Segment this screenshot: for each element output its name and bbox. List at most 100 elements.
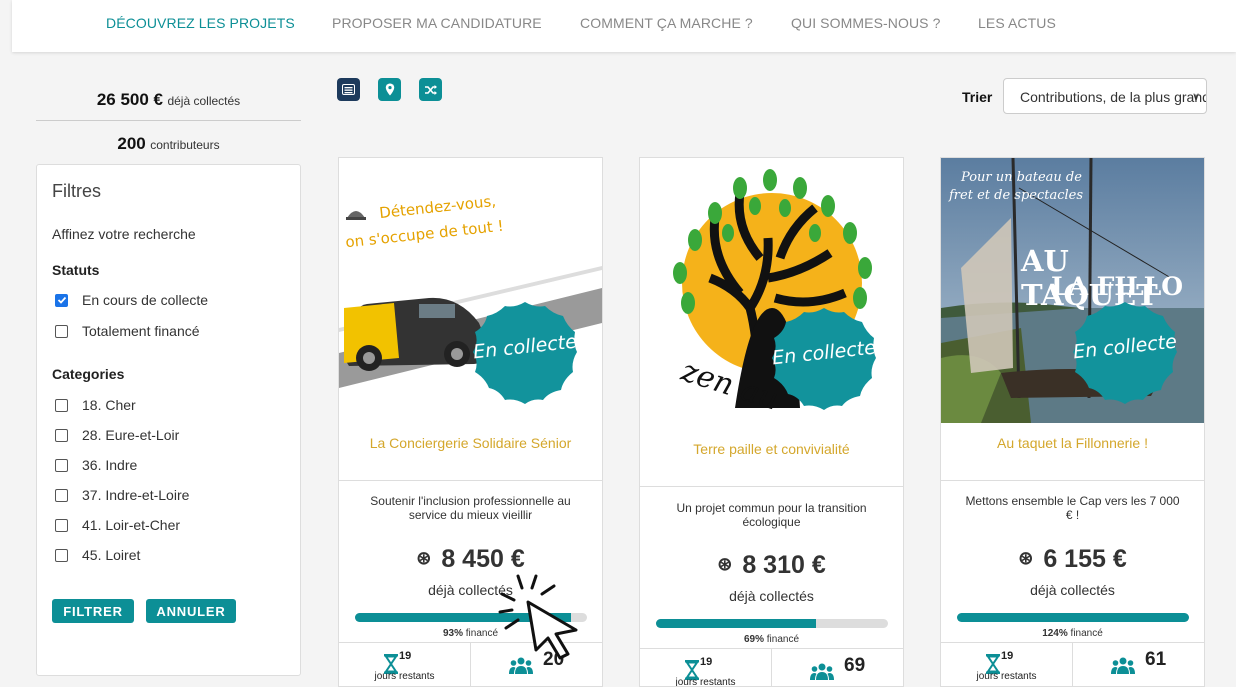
- filters-title: Filtres: [52, 181, 101, 201]
- card-footer: 19 jours restants 61: [941, 642, 1204, 686]
- checkbox-icon[interactable]: [55, 398, 68, 412]
- nav-news[interactable]: LES ACTUS: [978, 15, 1056, 31]
- check-circle-icon: ⊛: [416, 548, 432, 568]
- progress-fill: [656, 619, 817, 628]
- map-pin-icon: [385, 83, 394, 96]
- filters-panel: Filtres Affinez votre recherche Statuts …: [36, 164, 301, 676]
- card-divider: [941, 480, 1204, 481]
- financed-label: financé: [1070, 628, 1103, 639]
- project-card[interactable]: Pour un bateau de fret et de spectacles …: [940, 157, 1205, 687]
- amount-collected: ⊛ 8 450 €: [339, 545, 602, 574]
- project-title[interactable]: La Conciergerie Solidaire Sénior: [339, 435, 602, 451]
- checkbox-icon[interactable]: [55, 458, 68, 472]
- total-contributors-value: 200: [117, 134, 146, 153]
- project-image[interactable]: Détendez-vous, on s'occupe de tout ! En …: [339, 158, 602, 423]
- progress-fill: [957, 613, 1189, 622]
- days-remaining: 19 jours restants: [941, 643, 1072, 686]
- category-checkbox-indre[interactable]: 36. Indre: [55, 456, 137, 474]
- check-circle-icon: ⊛: [1018, 548, 1034, 568]
- days-label: jours restants: [976, 671, 1037, 682]
- financed-label: financé: [766, 634, 800, 645]
- checkbox-icon[interactable]: [55, 324, 68, 338]
- project-card[interactable]: zen au En collecte Terre paille et convi…: [639, 157, 904, 687]
- funded-percent: 124% financé: [941, 628, 1204, 639]
- project-image[interactable]: Pour un bateau de fret et de spectacles …: [941, 158, 1204, 423]
- days-value: 19: [700, 656, 713, 668]
- amount-value: 8 310 €: [742, 551, 826, 579]
- category-checkbox-cher[interactable]: 18. Cher: [55, 396, 136, 414]
- in-collection-badge: En collecte: [471, 298, 579, 406]
- category-checkbox-indre-et-loire[interactable]: 37. Indre-et-Loire: [55, 486, 189, 504]
- category-label: 45. Loiret: [82, 547, 141, 563]
- days-label: jours restants: [675, 677, 736, 687]
- filter-button[interactable]: FILTRER: [52, 599, 134, 623]
- category-label: 28. Eure-et-Loir: [82, 427, 180, 443]
- checkbox-icon[interactable]: [55, 488, 68, 502]
- list-view-icon: [342, 84, 355, 95]
- funding-progress-bar: [656, 619, 888, 628]
- days-value: 19: [399, 650, 412, 662]
- status-in-progress-checkbox[interactable]: En cours de collecte: [55, 291, 208, 309]
- percent-value: 69%: [743, 634, 764, 645]
- card-footer: 19 jours restants 69: [640, 648, 903, 687]
- contributors-count: 69: [771, 649, 902, 686]
- card-divider: [640, 486, 903, 487]
- sort-select[interactable]: Contributions, de la plus grande à la pl…: [1003, 78, 1207, 114]
- in-collection-badge: En collecte: [1071, 298, 1179, 406]
- image-caption-line4: LA FILLO: [1051, 272, 1184, 301]
- project-title[interactable]: Terre paille et convivialité: [640, 441, 903, 457]
- categories-heading: Categories: [52, 366, 125, 382]
- category-checkbox-loiret[interactable]: 45. Loiret: [55, 546, 140, 564]
- list-view-button[interactable]: [337, 78, 360, 101]
- nav-how-it-works[interactable]: COMMENT ÇA MARCHE ?: [580, 15, 753, 31]
- project-description: Mettons ensemble le Cap vers les 7 000 €…: [965, 494, 1180, 522]
- in-collection-badge: En collecte: [770, 304, 878, 412]
- project-description: Un projet commun pour la transition écol…: [676, 501, 867, 529]
- category-label: 37. Indre-et-Loire: [82, 487, 190, 503]
- checkbox-icon[interactable]: [55, 518, 68, 532]
- filters-subtitle: Affinez votre recherche: [52, 226, 196, 242]
- project-title[interactable]: Au taquet la Fillonnerie !: [941, 435, 1204, 451]
- funding-progress-bar: [957, 613, 1189, 622]
- total-collected-label: déjà collectés: [167, 94, 241, 108]
- funded-percent: 69% financé: [640, 634, 903, 645]
- category-checkbox-eure-et-loir[interactable]: 28. Eure-et-Loir: [55, 426, 179, 444]
- nav-discover-projects[interactable]: DÉCOUVREZ LES PROJETS: [106, 15, 295, 31]
- top-nav: DÉCOUVREZ LES PROJETS PROPOSER MA CANDID…: [12, 0, 1236, 52]
- shuffle-icon: [424, 84, 437, 95]
- stats-divider: [36, 120, 301, 121]
- total-contributors-stat: 200 contributeurs: [36, 134, 301, 154]
- sort-label: Trier: [962, 89, 993, 105]
- status-heading: Statuts: [52, 262, 100, 278]
- check-circle-icon: ⊛: [717, 554, 733, 574]
- amount-collected: ⊛ 6 155 €: [941, 545, 1204, 574]
- category-checkbox-loir-et-cher[interactable]: 41. Loir-et-Cher: [55, 516, 180, 534]
- category-label: 18. Cher: [82, 397, 136, 413]
- image-caption-line2: fret et de spectacles: [949, 188, 1084, 203]
- map-view-button[interactable]: [378, 78, 401, 101]
- category-label: 41. Loir-et-Cher: [82, 517, 181, 533]
- percent-value: 124%: [1042, 628, 1068, 639]
- amount-collected: ⊛ 8 310 €: [640, 551, 903, 580]
- days-remaining: 19 jours restants: [640, 649, 771, 687]
- cancel-button[interactable]: ANNULER: [146, 599, 236, 623]
- financed-label: financé: [465, 628, 499, 639]
- total-collected-value: 26 500 €: [96, 90, 163, 109]
- checkbox-icon[interactable]: [55, 548, 68, 562]
- checkbox-icon[interactable]: [55, 428, 68, 442]
- days-label: jours restants: [374, 671, 435, 682]
- project-image[interactable]: zen au En collecte: [640, 158, 903, 428]
- days-value: 19: [1001, 650, 1014, 662]
- status-fully-funded-checkbox[interactable]: Totalement financé: [55, 322, 200, 340]
- project-description: Soutenir l'inclusion professionnelle au …: [370, 494, 571, 522]
- users-icon: [1111, 657, 1135, 674]
- checkbox-checked-icon[interactable]: [55, 293, 68, 307]
- category-label: 36. Indre: [82, 457, 138, 473]
- pointer-cursor-icon: [498, 574, 578, 660]
- contributors-count: 61: [1072, 643, 1203, 686]
- nav-about-us[interactable]: QUI SOMMES-NOUS ?: [791, 15, 941, 31]
- shuffle-button[interactable]: [419, 78, 442, 101]
- nav-submit-candidacy[interactable]: PROPOSER MA CANDIDATURE: [332, 15, 542, 31]
- users-icon: [810, 663, 834, 680]
- days-remaining: 19 jours restants: [339, 643, 470, 686]
